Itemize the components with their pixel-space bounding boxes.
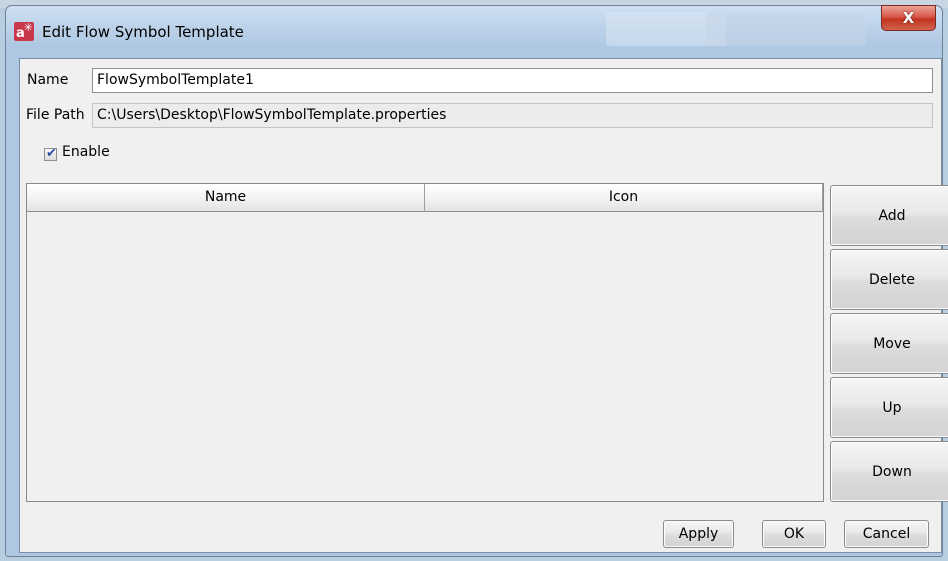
delete-button[interactable]: Delete (830, 249, 948, 310)
down-button[interactable]: Down (830, 441, 948, 502)
up-button[interactable]: Up (830, 377, 948, 438)
ok-button[interactable]: OK (762, 520, 826, 548)
dialog-window: ✳ a Edit Flow Symbol Template X Name Flow… (5, 5, 948, 557)
template-table[interactable]: Name Icon (26, 183, 824, 502)
enable-checkbox[interactable]: ✔ (44, 146, 57, 161)
column-header-name[interactable]: Name (27, 184, 425, 212)
name-label: Name (27, 72, 69, 88)
app-logo-icon: ✳ a (14, 22, 34, 41)
add-button[interactable]: Add (830, 185, 948, 246)
close-button[interactable]: X (881, 5, 936, 31)
dialog-title: Edit Flow Symbol Template (42, 23, 244, 41)
cancel-button[interactable]: Cancel (844, 520, 929, 548)
file-path-field: C:\Users\Desktop\FlowSymbolTemplate.prop… (92, 103, 933, 128)
file-path-label: File Path (26, 107, 85, 123)
enable-label: Enable (62, 144, 110, 160)
dialog-content: Name FlowSymbolTemplate1 File Path C:\Us… (19, 58, 948, 553)
close-icon: X (902, 9, 915, 27)
name-input[interactable]: FlowSymbolTemplate1 (92, 68, 933, 93)
glass-reflection (706, 12, 866, 46)
move-button[interactable]: Move (830, 313, 948, 374)
apply-button[interactable]: Apply (663, 520, 734, 548)
column-header-icon[interactable]: Icon (425, 184, 823, 212)
checkmark-icon: ✔ (46, 146, 57, 161)
